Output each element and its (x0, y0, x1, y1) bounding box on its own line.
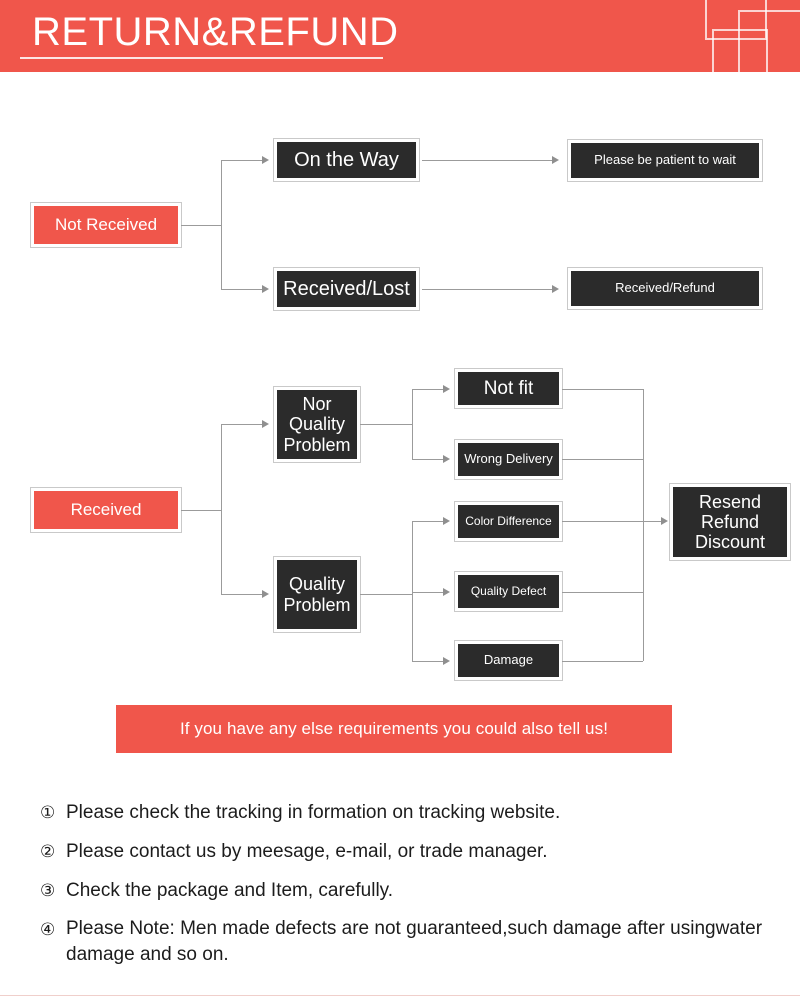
note-marker-1: ① (40, 803, 56, 822)
connector-to-color-difference (412, 521, 446, 522)
connector-to-not-fit (412, 389, 446, 390)
node-damage[interactable]: Damage (454, 640, 563, 681)
connector-color-difference-out (562, 521, 643, 522)
node-wrong-delivery[interactable]: Wrong Delivery (454, 439, 563, 480)
node-nor-quality-problem-line-3: Problem (283, 434, 351, 455)
header-decoration-square-3 (712, 29, 768, 72)
node-received[interactable]: Received (30, 487, 182, 533)
node-nor-quality-problem-line-1: Nor (302, 394, 332, 415)
connector-not-fit-out (562, 389, 643, 390)
connector-quality-out (360, 594, 412, 595)
arrow-to-damage (443, 657, 450, 665)
node-received-refund[interactable]: Received/Refund (567, 267, 763, 310)
arrow-to-nor-quality (262, 420, 269, 428)
connector-received-lost-to-refund (422, 289, 555, 290)
note-marker-2: ② (40, 842, 56, 861)
connector-quality-bus (412, 521, 413, 661)
page-header: RETURN&REFUND (0, 0, 800, 72)
note-item-4: ④ Please Note: Men made defects are not … (40, 913, 770, 968)
node-quality-problem[interactable]: Quality Problem (273, 556, 361, 633)
node-outcome-line-3: Discount (694, 532, 766, 553)
connector-norquality-bus (412, 389, 413, 460)
connector-on-the-way-to-wait (422, 160, 555, 161)
page-title: RETURN&REFUND (32, 10, 399, 54)
return-refund-infographic: RETURN&REFUND Not Received On the Way Re… (0, 0, 800, 998)
connector-damage-out (562, 661, 643, 662)
connector-to-quality-defect (412, 592, 446, 593)
note-text-2: Please contact us by meesage, e-mail, or… (66, 841, 548, 862)
note-text-4: Please Note: Men made defects are not gu… (66, 918, 763, 965)
connector-not-received-bus (221, 160, 222, 290)
connector-to-received-lost (221, 289, 265, 290)
connector-to-wrong-delivery (412, 459, 446, 460)
node-quality-problem-line-2: Problem (283, 594, 351, 615)
connector-quality-defect-out (562, 592, 643, 593)
note-item-2: ② Please contact us by meesage, e-mail, … (40, 835, 770, 868)
connector-not-received-trunk (181, 225, 221, 226)
node-nor-quality-problem-line-2: Quality (288, 414, 346, 435)
node-not-fit[interactable]: Not fit (454, 368, 563, 409)
node-resend-refund-discount[interactable]: Resend Refund Discount (669, 483, 791, 561)
node-outcome-line-2: Refund (700, 511, 760, 532)
bottom-divider (0, 995, 800, 996)
arrow-to-received-lost (262, 285, 269, 293)
node-nor-quality-problem[interactable]: Nor Quality Problem (273, 386, 361, 463)
node-received-lost[interactable]: Received/Lost (273, 267, 420, 311)
connector-outcome-bus (643, 389, 644, 661)
connector-received-trunk (181, 510, 221, 511)
node-outcome-line-1: Resend (698, 491, 762, 512)
note-marker-4: ④ (40, 920, 56, 939)
arrow-to-not-fit (443, 385, 450, 393)
arrow-to-quality-problem (262, 590, 269, 598)
arrow-to-wrong-delivery (443, 455, 450, 463)
note-text-1: Please check the tracking in formation o… (66, 802, 561, 823)
connector-to-on-the-way (221, 160, 265, 161)
note-text-3: Check the package and Item, carefully. (66, 880, 394, 901)
node-quality-defect[interactable]: Quality Defect (454, 571, 563, 612)
arrow-to-on-the-way (262, 156, 269, 164)
title-underline (20, 57, 383, 59)
connector-wrong-delivery-out (562, 459, 643, 460)
node-on-the-way[interactable]: On the Way (273, 138, 420, 182)
requirements-callout: If you have any else requirements you co… (116, 705, 672, 753)
notes-list: ① Please check the tracking in formation… (40, 796, 770, 974)
connector-to-nor-quality (221, 424, 265, 425)
node-not-received[interactable]: Not Received (30, 202, 182, 248)
note-item-1: ① Please check the tracking in formation… (40, 796, 770, 829)
note-item-3: ③ Check the package and Item, carefully. (40, 874, 770, 907)
arrow-received-lost-to-refund (552, 285, 559, 293)
connector-received-bus (221, 424, 222, 595)
arrow-to-quality-defect (443, 588, 450, 596)
connector-to-damage (412, 661, 446, 662)
connector-to-quality-problem (221, 594, 265, 595)
arrow-to-outcome (661, 517, 668, 525)
node-quality-problem-line-1: Quality (288, 574, 346, 595)
arrow-on-the-way-to-wait (552, 156, 559, 164)
connector-norquality-out (360, 424, 412, 425)
node-please-be-patient[interactable]: Please be patient to wait (567, 139, 763, 182)
note-marker-3: ③ (40, 881, 56, 900)
node-color-difference[interactable]: Color Difference (454, 501, 563, 542)
arrow-to-color-difference (443, 517, 450, 525)
